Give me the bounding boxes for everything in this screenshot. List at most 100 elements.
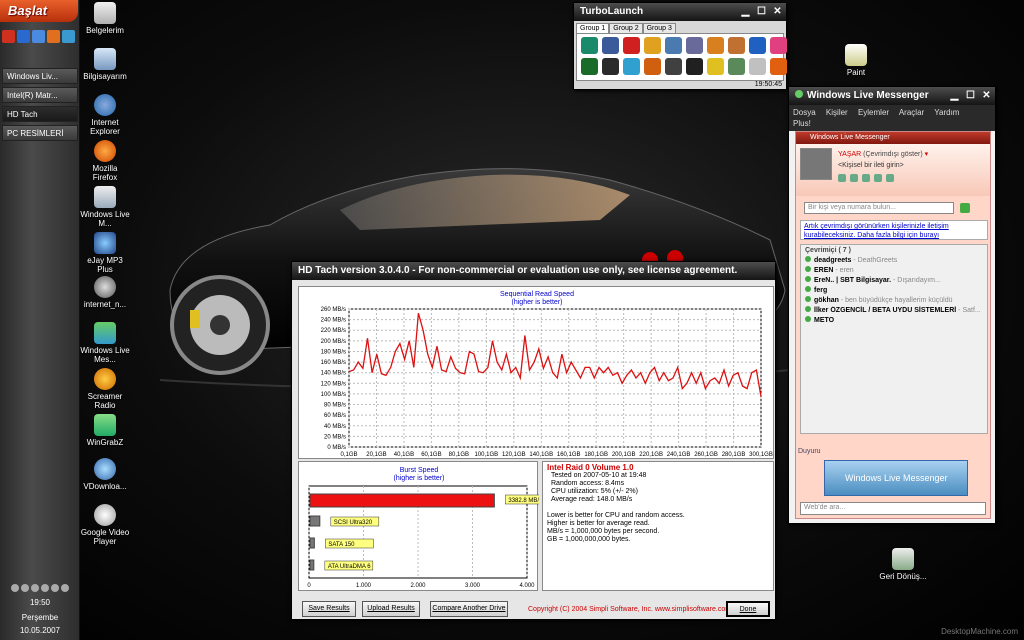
- launch-icon[interactable]: [707, 37, 724, 54]
- tab-group-2[interactable]: Group 2: [609, 23, 643, 33]
- notice-link[interactable]: Artık çevrimdışı görünürken kişilerinizl…: [800, 220, 988, 240]
- start-button[interactable]: Başlat: [0, 0, 78, 22]
- launch-icon[interactable]: [602, 58, 619, 75]
- quick-launch: [2, 30, 78, 50]
- minimize-button[interactable]: ▁: [948, 89, 961, 102]
- launch-icon[interactable]: [602, 37, 619, 54]
- launch-icon[interactable]: [581, 37, 598, 54]
- taskbar-item-messenger[interactable]: Windows Liv...: [2, 68, 78, 84]
- menu-yardim[interactable]: Yardım: [934, 108, 959, 117]
- quicklaunch-icon[interactable]: [2, 30, 15, 43]
- launch-icon[interactable]: [686, 37, 703, 54]
- launch-icon[interactable]: [581, 58, 598, 75]
- contact-item[interactable]: deadgreets - DeathGreets: [805, 256, 983, 264]
- launch-icon[interactable]: [665, 37, 682, 54]
- taskbar-item-hdtach[interactable]: HD Tach: [2, 106, 78, 122]
- contact-item[interactable]: İlker ÖZGENCİL / BETA UYDU SİSTEMLERİ - …: [805, 306, 983, 314]
- info-panel: Intel Raid 0 Volume 1.0 Tested on 2007-0…: [542, 461, 774, 591]
- tray-icons[interactable]: [0, 580, 80, 592]
- turbolaunch-window: TurboLaunch ▁ ☐ ✕ Group 1 Group 2 Group …: [573, 2, 787, 90]
- contact-item[interactable]: gökhan - ben büyüdükçe hayallerim küçüld…: [805, 296, 983, 304]
- tab-group-1[interactable]: Group 1: [576, 23, 610, 33]
- minimize-button[interactable]: ▁: [739, 5, 752, 18]
- edit-icon[interactable]: [874, 174, 882, 182]
- menu-dosya[interactable]: Dosya: [793, 108, 816, 117]
- desktop-icon-vdownload[interactable]: VDownloa...: [80, 458, 130, 491]
- maximize-button[interactable]: ☐: [964, 89, 977, 102]
- contacts-icon[interactable]: [850, 174, 858, 182]
- tray-clock[interactable]: 19:50: [0, 598, 80, 607]
- maximize-button[interactable]: ☐: [755, 5, 768, 18]
- desktop-icon-recycle[interactable]: Geri Dönüş...: [878, 548, 928, 581]
- group-header[interactable]: Çevrimiçi ( 7 ): [805, 247, 983, 254]
- ie-icon[interactable]: [17, 30, 30, 43]
- launch-icon[interactable]: [728, 58, 745, 75]
- launch-icon[interactable]: [770, 37, 787, 54]
- taskbar-item-pc-resimleri[interactable]: PC RESİMLERİ: [2, 125, 78, 141]
- launch-icon[interactable]: [728, 37, 745, 54]
- y-tick-label: 220 MB/s: [321, 328, 346, 334]
- settings-icon[interactable]: [886, 174, 894, 182]
- launch-icon[interactable]: [644, 58, 661, 75]
- turbolaunch-titlebar[interactable]: TurboLaunch ▁ ☐ ✕: [574, 3, 786, 21]
- explorer-icon[interactable]: [32, 30, 45, 43]
- globe-icon[interactable]: [62, 30, 75, 43]
- hdtach-titlebar[interactable]: HD Tach version 3.0.4.0 - For non-commer…: [292, 262, 775, 280]
- desktop-icon-firefox[interactable]: Mozilla Firefox: [80, 140, 130, 182]
- menu-kisiler[interactable]: Kişiler: [826, 108, 848, 117]
- desktop-icon-bilgisayarim[interactable]: Bilgisayarım: [80, 48, 130, 81]
- download-icon: [94, 458, 116, 480]
- menu-araclar[interactable]: Araçlar: [899, 108, 924, 117]
- desktop-icon-belgelerim[interactable]: Belgelerim: [80, 2, 130, 35]
- contact-item[interactable]: METO: [805, 316, 983, 324]
- compare-drive-button[interactable]: Compare Another Drive: [430, 601, 508, 617]
- launch-icon[interactable]: [644, 37, 661, 54]
- save-results-button[interactable]: Save Results: [302, 601, 356, 617]
- launch-icon[interactable]: [665, 58, 682, 75]
- add-contact-icon[interactable]: [960, 203, 970, 213]
- desktop-icon-internet[interactable]: internet_n...: [80, 276, 130, 309]
- messenger-banner[interactable]: Windows Live Messenger: [824, 460, 968, 496]
- desktop-icon-wingrabz[interactable]: WinGrabZ: [80, 414, 130, 447]
- upload-results-button[interactable]: Upload Results: [362, 601, 420, 617]
- taskbar-item-intel[interactable]: Intel(R) Matr...: [2, 87, 78, 103]
- desktop-icon-wlm2[interactable]: Windows Live Mes...: [80, 322, 130, 364]
- contact-search-input[interactable]: Bir kişi veya numara bulun...: [804, 202, 954, 214]
- contact-item[interactable]: ferg: [805, 286, 983, 294]
- mail-icon[interactable]: [838, 174, 846, 182]
- note-line: MB/s = 1,000,000 bytes per second.: [547, 528, 660, 535]
- contact-item[interactable]: ErеN.. | SBT Bilgisayar. - Dışarıdayım..…: [805, 276, 983, 284]
- launch-icon[interactable]: [623, 37, 640, 54]
- close-button[interactable]: ✕: [980, 89, 993, 102]
- share-icon[interactable]: [862, 174, 870, 182]
- desktop-icon-ie[interactable]: Internet Explorer: [80, 94, 130, 136]
- sequential-read-panel: Sequential Read Speed (higher is better) 0…: [298, 286, 774, 459]
- launch-icon[interactable]: [749, 58, 766, 75]
- menu-eylemler[interactable]: Eylemler: [858, 108, 889, 117]
- menu-plus[interactable]: Plus!: [793, 119, 811, 128]
- launch-icon[interactable]: [707, 58, 724, 75]
- web-search-input[interactable]: Web'de ara...: [800, 502, 986, 515]
- desktop-icon-wlm[interactable]: Windows Live M...: [80, 186, 130, 228]
- launch-icon[interactable]: [770, 58, 787, 75]
- messenger-titlebar[interactable]: Windows Live Messenger ▁ ☐ ✕: [789, 87, 995, 105]
- desktop-icon-ejay[interactable]: eJay MP3 Plus: [80, 232, 130, 274]
- avatar[interactable]: [800, 148, 832, 180]
- firefox-icon[interactable]: [47, 30, 60, 43]
- personal-message[interactable]: <Kişisel bir ileti girin>: [838, 162, 904, 169]
- launch-icon[interactable]: [749, 37, 766, 54]
- duyuru-label: Duyuru: [798, 448, 821, 455]
- contact-item[interactable]: EREN - eren: [805, 266, 983, 274]
- launch-icon[interactable]: [686, 58, 703, 75]
- x-tick-label: 180,1GB: [584, 452, 608, 458]
- desktop-icon-paint[interactable]: Paint: [831, 44, 881, 77]
- desktop-icon-screamer[interactable]: Screamer Radio: [80, 368, 130, 410]
- launch-icon[interactable]: [623, 58, 640, 75]
- done-button[interactable]: Done: [726, 601, 770, 617]
- messenger-inner-title: Windows Live Messenger: [796, 132, 990, 144]
- messenger-panel: Windows Live Messenger YAŞAR (Çevrimdışı…: [795, 131, 991, 519]
- close-button[interactable]: ✕: [771, 5, 784, 18]
- desktop-icon-gvp[interactable]: Google Video Player: [80, 504, 130, 546]
- profile-name[interactable]: YAŞAR (Çevrimdışı göster) ▾: [838, 150, 928, 158]
- tab-group-3[interactable]: Group 3: [642, 23, 676, 33]
